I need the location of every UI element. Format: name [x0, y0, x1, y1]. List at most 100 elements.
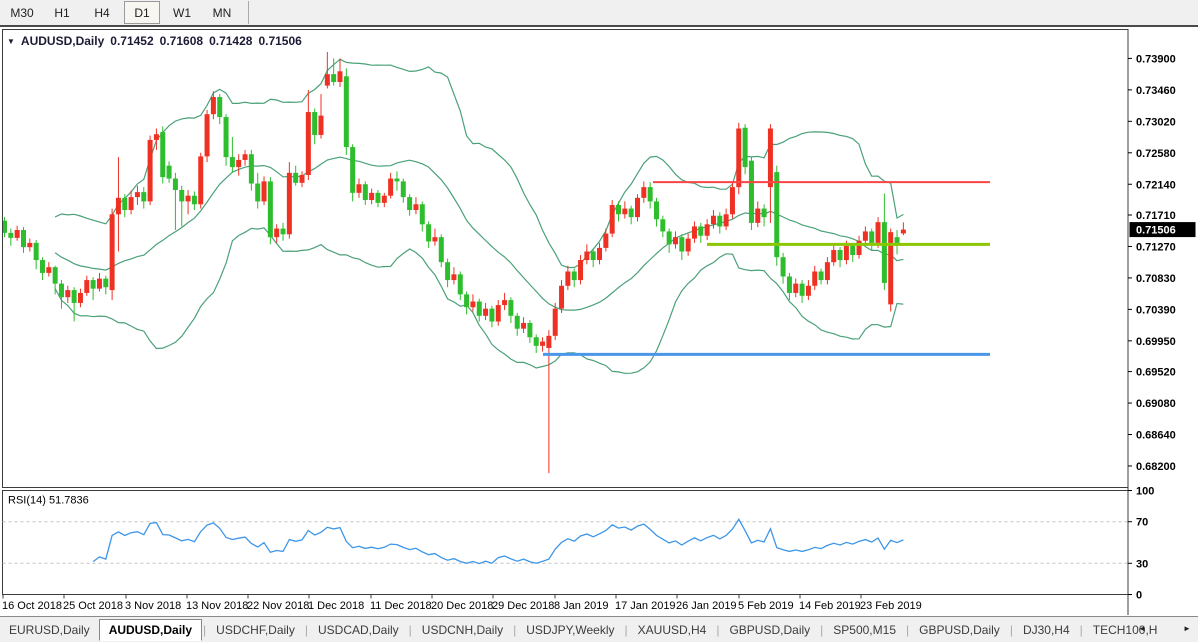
candle-body [286, 172, 292, 235]
price-axis-label: 0.69520 [1136, 367, 1176, 379]
tab-usdcnh-daily[interactable]: USDCNH,Daily [413, 620, 512, 640]
candle-body [540, 341, 546, 346]
timeframe-button-w1[interactable]: W1 [164, 1, 200, 24]
ohlc-open: 0.71452 [110, 34, 154, 48]
candle-body [691, 226, 697, 239]
candle-body [780, 257, 786, 277]
candle-body [729, 187, 735, 215]
candle-body [489, 308, 495, 322]
candle-body [27, 242, 33, 248]
candle-body [388, 178, 394, 196]
timeframe-button-d1[interactable]: D1 [124, 1, 160, 24]
candle-body [616, 204, 622, 215]
candle-body [20, 230, 26, 248]
candle-body [369, 192, 375, 200]
rsi-axis-label: 100 [1136, 486, 1154, 498]
candle-body [900, 229, 906, 234]
candle-body [565, 271, 571, 286]
tab-usdcad-daily[interactable]: USDCAD,Daily [309, 620, 408, 640]
tab-scroll-left-icon[interactable]: ◄ [1138, 624, 1146, 633]
candle-body [881, 222, 887, 283]
candle-body [622, 208, 628, 215]
date-axis-label: 23 Feb 2019 [860, 600, 922, 612]
candle-body [438, 237, 444, 263]
candle-body [318, 115, 324, 135]
candle-body [850, 245, 856, 256]
candle-body [217, 97, 223, 118]
timeframe-button-m30[interactable]: M30 [4, 1, 40, 24]
candle-body [552, 308, 558, 336]
date-axis-label: 11 Dec 2018 [370, 600, 432, 612]
rsi-axis-label: 30 [1136, 558, 1148, 570]
tab-gbpusd-daily[interactable]: GBPUSD,Daily [720, 620, 819, 640]
tab-usdjpy-weekly[interactable]: USDJPY,Weekly [517, 620, 623, 640]
chart-area: 0.73900 0.73460 0.73020 0.72580 0.72140 0.717… [0, 29, 1198, 616]
candle-body [400, 181, 406, 198]
date-axis-label: 26 Jan 2019 [676, 600, 737, 612]
chevron-down-icon[interactable]: ▼ [7, 37, 15, 46]
ohlc-low: 0.71428 [209, 34, 253, 48]
tab-gbpusd-daily-2[interactable]: GBPUSD,Daily [910, 620, 1009, 640]
chart-tabbar: EURUSD,Daily AUDUSD,Daily | USDCHF,Daily |… [0, 616, 1198, 642]
candle-body [350, 147, 356, 193]
tab-xauusd-h4[interactable]: XAUUSD,H4 [629, 620, 716, 640]
rsi-axis-label: 0 [1136, 590, 1142, 602]
candle-body [426, 224, 432, 242]
candle-body [160, 132, 166, 178]
candle-body [533, 337, 539, 346]
candle-body [736, 128, 742, 188]
candle-body [58, 283, 64, 298]
candle-body [84, 280, 90, 293]
tab-usdchf-daily[interactable]: USDCHF,Daily [207, 620, 304, 640]
candle-body [46, 267, 52, 273]
candle-body [546, 335, 552, 348]
timeframe-button-h1[interactable]: H1 [44, 1, 80, 24]
candle-body [432, 237, 438, 242]
candle-body [153, 134, 159, 140]
tab-sp500-m15[interactable]: SP500,M15 [824, 620, 905, 640]
candle-body [597, 247, 603, 261]
candle-body [717, 215, 723, 227]
tab-eurusd-daily[interactable]: EURUSD,Daily [0, 620, 99, 640]
candle-body [312, 112, 318, 135]
candle-body [559, 285, 565, 309]
date-axis-label: 8 Jan 2019 [554, 600, 608, 612]
candle-body [413, 204, 419, 210]
date-axis-label: 5 Feb 2019 [738, 600, 794, 612]
candle-body [641, 187, 647, 198]
candle-body [39, 260, 45, 273]
price-marker-label: 0.71506 [1136, 225, 1176, 237]
date-axis-label: 14 Feb 2019 [799, 600, 861, 612]
chart-canvas[interactable]: 0.73900 0.73460 0.73020 0.72580 0.72140 0.717… [0, 29, 1198, 616]
timeframe-button-h4[interactable]: H4 [84, 1, 120, 24]
candle-body [375, 192, 381, 203]
candle-body [204, 114, 210, 157]
date-axis-label: 25 Oct 2018 [63, 600, 123, 612]
price-axis-label: 0.73900 [1136, 53, 1176, 65]
candle-body [476, 301, 482, 316]
tab-audusd-daily[interactable]: AUDUSD,Daily [98, 618, 203, 641]
candle-body [571, 271, 577, 281]
candle-body [666, 231, 672, 245]
candle-body [274, 228, 280, 238]
timeframe-button-mn[interactable]: MN [204, 1, 240, 24]
candle-body [483, 308, 489, 316]
tab-dj30-h4[interactable]: DJ30,H4 [1014, 620, 1079, 640]
price-axis-label: 0.72580 [1136, 148, 1176, 160]
candle-body [8, 232, 14, 238]
candle-body [767, 128, 773, 188]
candle-body [179, 189, 185, 202]
candle-body [793, 283, 799, 293]
candle-body [508, 300, 514, 316]
candle-body [331, 74, 337, 83]
tab-tech100[interactable]: TECH100,H [1084, 620, 1167, 640]
candle-body [837, 250, 843, 261]
rsi-axis-label: 70 [1136, 517, 1148, 529]
candle-body [90, 280, 96, 289]
tab-scroll-right-icon[interactable]: ► [1183, 624, 1191, 633]
candle-body [805, 285, 811, 296]
candle-body [521, 322, 527, 329]
candle-body [343, 76, 349, 148]
candle-body [299, 174, 305, 183]
candle-body [445, 262, 451, 281]
